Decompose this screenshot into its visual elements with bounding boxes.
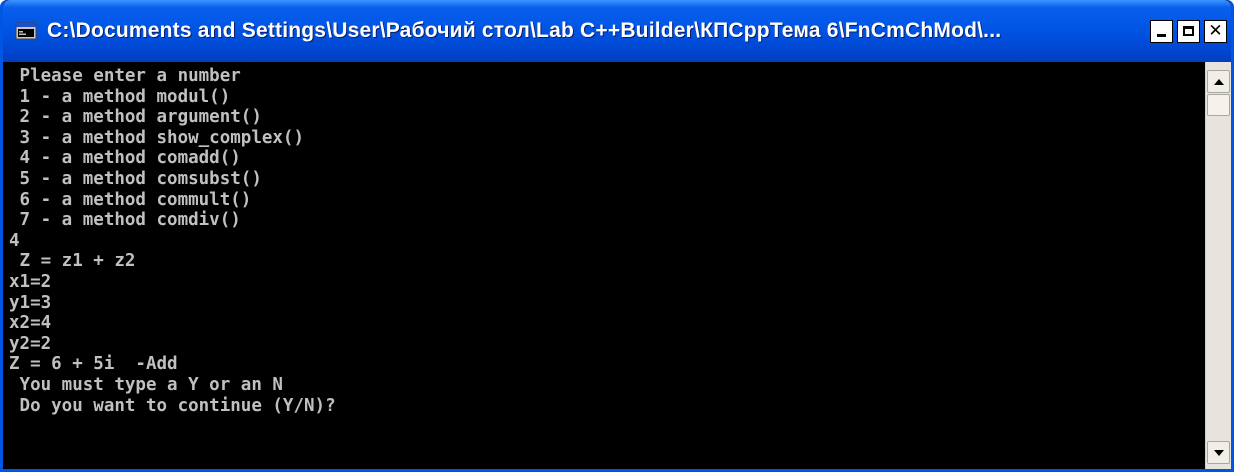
scroll-up-button[interactable] (1207, 70, 1230, 93)
close-button[interactable]: ✕ (1204, 19, 1227, 43)
console-line: 4 (9, 230, 20, 251)
console-window: C:\Documents and Settings\User\Рабочий с… (0, 0, 1234, 472)
console-line: 7 - a method comdiv() (9, 210, 241, 231)
console-line: 5 - a method comsubst() (9, 168, 262, 189)
minimize-button[interactable] (1150, 19, 1173, 43)
console-line: y2=2 (9, 333, 52, 354)
console-app-icon[interactable] (15, 21, 37, 41)
console-line: 3 - a method show_complex() (9, 127, 305, 148)
maximize-icon (1183, 26, 1194, 36)
console-line: Please enter a number (9, 66, 241, 86)
minimize-icon (1157, 33, 1166, 37)
console-line: 4 - a method comadd() (9, 148, 241, 169)
window-title: C:\Documents and Settings\User\Рабочий с… (47, 19, 1002, 42)
console-line: 1 - a method modul() (9, 86, 231, 107)
scroll-down-arrow-icon (1213, 449, 1224, 456)
window-controls: ✕ (1150, 19, 1227, 43)
close-icon: ✕ (1208, 20, 1223, 41)
console-line: 2 - a method argument() (9, 107, 262, 128)
vertical-scrollbar[interactable] (1205, 62, 1231, 469)
console-line: 6 - a method commult() (9, 189, 252, 210)
scroll-thumb[interactable] (1207, 94, 1230, 116)
title-bar[interactable]: C:\Documents and Settings\User\Рабочий с… (3, 0, 1231, 62)
maximize-button[interactable] (1177, 19, 1200, 43)
console-line: You must type a Y or an N (9, 374, 283, 395)
console-output[interactable]: Please enter a number 1 - a method modul… (3, 62, 1205, 469)
scroll-up-arrow-icon (1213, 78, 1224, 85)
console-line: y1=3 (9, 292, 52, 313)
console-line: Do you want to continue (Y/N)? (9, 395, 336, 416)
console-line: Z = 6 + 5i -Add (9, 354, 178, 375)
console-line: x1=2 (9, 271, 52, 292)
scroll-down-button[interactable] (1207, 441, 1230, 464)
console-line: x2=4 (9, 313, 52, 334)
console-line: Z = z1 + z2 (9, 251, 136, 272)
